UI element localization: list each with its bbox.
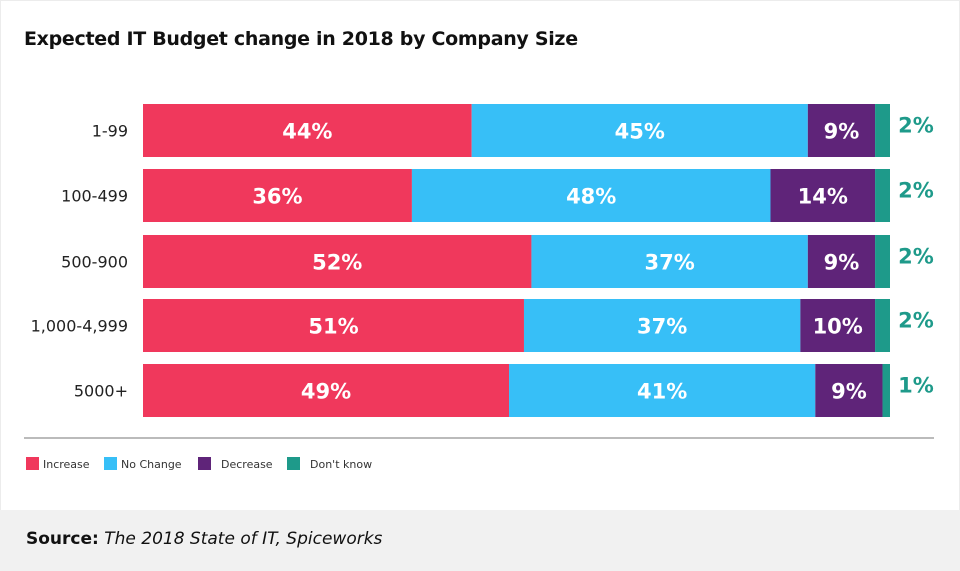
bar-segment-don-t-know xyxy=(875,235,890,288)
category-label: 1-99 xyxy=(92,122,128,141)
data-label: 52% xyxy=(312,251,362,275)
data-label: 45% xyxy=(615,120,665,144)
category-label: 500-900 xyxy=(61,253,128,272)
source-label: Source: xyxy=(26,529,99,549)
category-label: 100-499 xyxy=(61,187,128,206)
source-text: The 2018 State of IT, Spiceworks xyxy=(104,529,383,549)
data-label: 49% xyxy=(301,380,351,404)
legend-label: Decrease xyxy=(221,458,273,471)
legend-label: No Change xyxy=(121,458,182,471)
bar-segment-don-t-know xyxy=(875,104,890,157)
data-label: 44% xyxy=(282,120,332,144)
data-label-outside: 2% xyxy=(898,245,934,269)
data-label: 37% xyxy=(645,251,695,275)
data-label-outside: 2% xyxy=(898,114,934,138)
legend-swatch xyxy=(198,457,211,470)
bar-segment-don-t-know xyxy=(875,299,890,352)
data-label: 48% xyxy=(566,185,616,209)
data-label: 9% xyxy=(824,120,860,144)
data-label: 14% xyxy=(798,185,848,209)
data-label: 41% xyxy=(637,380,687,404)
data-label: 10% xyxy=(813,315,863,339)
data-label-outside: 2% xyxy=(898,179,934,203)
data-label: 9% xyxy=(831,380,867,404)
legend-label: Don't know xyxy=(310,458,372,471)
data-label: 37% xyxy=(637,315,687,339)
legend: Increase No Change Decrease Don't know xyxy=(26,457,372,471)
source-citation: Source: The 2018 State of IT, Spiceworks xyxy=(26,529,382,549)
data-label: 9% xyxy=(824,251,860,275)
legend-swatch xyxy=(26,457,39,470)
category-label: 1,000-4,999 xyxy=(31,317,128,336)
data-label: 51% xyxy=(308,315,358,339)
bars-group xyxy=(143,104,890,417)
legend-label: Increase xyxy=(43,458,90,471)
footer: Source: The 2018 State of IT, Spiceworks xyxy=(0,510,960,571)
data-label-outside: 1% xyxy=(898,374,934,398)
legend-swatch xyxy=(104,457,117,470)
legend-swatch xyxy=(287,457,300,470)
data-label-outside: 2% xyxy=(898,309,934,333)
data-label: 36% xyxy=(252,185,302,209)
category-label: 5000+ xyxy=(74,382,128,401)
stacked-bar-chart: 1-99 44% 45% 9% 2% 100-499 36% 48% 14% 2% 500-900 5… xyxy=(24,104,934,471)
bar-segment-don-t-know xyxy=(882,364,890,417)
bar-segment-don-t-know xyxy=(875,169,890,222)
